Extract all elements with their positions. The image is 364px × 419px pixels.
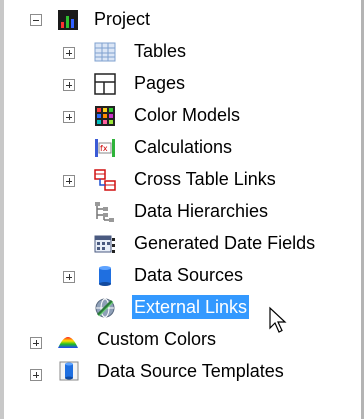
expand-toggle-icon[interactable] (63, 79, 75, 91)
tree-item-label: Pages (134, 73, 186, 93)
tree-item-label: Generated Date Fields (134, 233, 316, 253)
tree-item-label: Tables (134, 41, 187, 61)
tree-item-cross-table-links[interactable]: Cross Table Links (0, 164, 360, 196)
data-hierarchies-icon (95, 202, 114, 222)
tree-item-label: Color Models (134, 105, 241, 125)
color-models-icon (95, 106, 115, 126)
tree-item-external-links[interactable]: External Links (0, 292, 360, 333)
tree-item-label: Cross Table Links (134, 169, 276, 189)
tree-item-label: Data Sources (134, 265, 244, 285)
project-chart-icon (58, 10, 78, 30)
tree-item-data-hierarchies[interactable]: Data Hierarchies (0, 196, 360, 228)
tree-item-color-models[interactable]: Color Models (0, 100, 360, 132)
data-source-templates-icon (59, 361, 79, 381)
expand-toggle-icon[interactable] (63, 47, 75, 59)
tree-item-data-source-templates[interactable]: Data Source Templates (0, 356, 360, 388)
tree-item-label: Data Source Templates (97, 361, 284, 381)
table-grid-icon (94, 42, 116, 62)
generated-date-fields-icon (94, 235, 115, 253)
expand-toggle-icon[interactable] (63, 271, 75, 283)
expand-toggle-icon[interactable] (30, 369, 42, 381)
tree-item-label: External Links (132, 295, 250, 319)
tree-item-generated-date-fields[interactable]: Generated Date Fields (0, 228, 360, 260)
svg-text:fx: fx (100, 144, 108, 153)
expand-toggle-icon[interactable] (30, 337, 42, 349)
tree-item-pages[interactable]: Pages (0, 68, 360, 100)
tree-item-label: Data Hierarchies (134, 201, 269, 221)
external-links-icon (95, 298, 115, 318)
custom-colors-icon (58, 337, 78, 348)
tree-item-custom-colors[interactable]: Custom Colors (0, 324, 360, 356)
expand-toggle-icon[interactable] (63, 111, 75, 123)
tree-item-project[interactable]: Project (0, 4, 360, 36)
cross-table-links-icon (94, 169, 116, 191)
tree-item-label: Project (94, 9, 151, 29)
expand-toggle-icon[interactable] (63, 175, 75, 187)
tree-item-tables[interactable]: Tables (0, 36, 360, 68)
tree-item-data-sources[interactable]: Data Sources (0, 260, 360, 292)
tree-item-label: Custom Colors (97, 329, 217, 349)
tree-item-calculations[interactable]: fx Calculations (0, 132, 360, 164)
data-sources-icon (99, 266, 111, 286)
calculations-icon: fx (95, 139, 115, 157)
tree-item-label: Calculations (134, 137, 233, 157)
collapse-toggle-icon[interactable] (30, 14, 42, 26)
pages-icon (94, 73, 116, 95)
